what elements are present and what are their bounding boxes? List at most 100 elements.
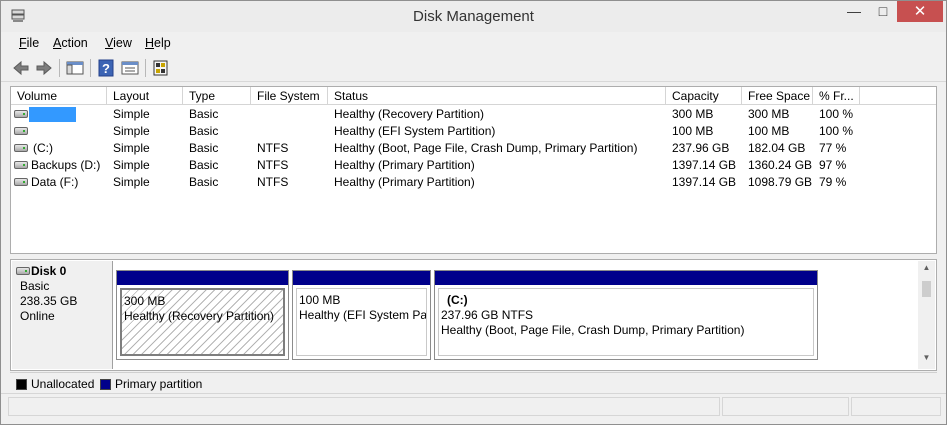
volume-status: Healthy (Primary Partition)	[334, 158, 475, 172]
volume-name: Data (F:)	[31, 175, 79, 189]
menu-help-rest: elp	[154, 36, 171, 50]
back-icon[interactable]	[11, 58, 31, 78]
legend-primary: Primary partition	[100, 377, 202, 391]
scroll-up-arrow-icon[interactable]: ▲	[918, 263, 935, 277]
export-list-icon[interactable]	[151, 58, 171, 78]
partition-efi[interactable]: 100 MB Healthy (EFI System Partition)	[292, 270, 431, 360]
scroll-thumb[interactable]	[922, 281, 931, 297]
volume-layout: Simple	[113, 158, 150, 172]
column-file-system[interactable]: File System	[251, 87, 328, 105]
column-capacity[interactable]: Capacity	[666, 87, 742, 105]
volume-type: Basic	[189, 175, 219, 189]
table-row[interactable]: Simple Basic Healthy (Recovery Partition…	[11, 106, 936, 123]
volume-status: Healthy (Recovery Partition)	[334, 107, 485, 121]
column-status[interactable]: Status	[328, 87, 666, 105]
volume-capacity: 1397.14 GB	[672, 175, 737, 189]
volume-layout: Simple	[113, 175, 150, 189]
column-type[interactable]: Type	[183, 87, 251, 105]
toolbar-separator	[90, 59, 91, 77]
maximize-button[interactable]: □	[869, 1, 897, 22]
partition-size: 100 MB	[299, 293, 341, 307]
menu-help[interactable]: Help	[145, 36, 171, 50]
column-layout[interactable]: Layout	[107, 87, 183, 105]
volume-free: 1098.79 GB	[748, 175, 813, 189]
partition-label-text: (C:)	[447, 293, 468, 307]
volume-free: 100 MB	[748, 124, 790, 138]
partition-recovery[interactable]: 300 MB Healthy (Recovery Partition)	[116, 270, 289, 360]
volume-percent: 77 %	[819, 141, 847, 155]
volume-capacity: 1397.14 GB	[672, 158, 737, 172]
legend-swatch	[16, 379, 27, 390]
disk-name: Disk 0	[16, 264, 112, 279]
menu-action[interactable]: Action	[53, 36, 88, 50]
partition-status: Healthy (Recovery Partition)	[124, 309, 275, 323]
volume-free: 1360.24 GB	[748, 158, 813, 172]
console-tree-icon[interactable]	[65, 58, 85, 78]
volume-free: 300 MB	[748, 107, 790, 121]
partition-c[interactable]: (C:) 237.96 GB NTFS Healthy (Boot, Page …	[434, 270, 818, 360]
volume-name: Backups (D:)	[31, 158, 101, 172]
volume-percent: 79 %	[819, 175, 847, 189]
partition-status: Healthy (EFI System Partition)	[299, 308, 427, 322]
table-row[interactable]: Data (F:) Simple Basic NTFS Healthy (Pri…	[11, 174, 936, 191]
volume-status: Healthy (Primary Partition)	[334, 175, 475, 189]
volume-type: Basic	[189, 107, 219, 121]
volume-capacity: 300 MB	[672, 107, 714, 121]
legend-swatch	[100, 379, 111, 390]
drive-icon	[14, 161, 28, 169]
menu-file[interactable]: File	[19, 36, 39, 50]
partition-label: (C:)	[441, 293, 811, 308]
volume-percent: 100 %	[819, 124, 854, 138]
disk-label[interactable]: Disk 0 Basic 238.35 GB Online	[12, 261, 113, 369]
volume-capacity: 100 MB	[672, 124, 714, 138]
volume-fs: NTFS	[257, 158, 289, 172]
vertical-scrollbar[interactable]: ▲ ▼	[918, 261, 935, 369]
disk-size: 238.35 GB	[20, 294, 78, 308]
window-title: Disk Management	[413, 8, 534, 25]
drive-icon	[14, 127, 28, 135]
partition-size: 300 MB	[124, 294, 166, 308]
partition-body: 100 MB Healthy (EFI System Partition)	[296, 288, 427, 356]
status-pane	[722, 397, 849, 416]
legend-label: Unallocated	[31, 377, 95, 391]
close-button[interactable]: ✕	[897, 1, 943, 22]
disk-graphical-view[interactable]: Disk 0 Basic 238.35 GB Online 300 MB Hea…	[10, 259, 937, 371]
disk-type: Basic	[20, 279, 50, 293]
volume-status: Healthy (Boot, Page File, Crash Dump, Pr…	[334, 141, 638, 155]
status-bar	[1, 393, 946, 418]
column-volume[interactable]: Volume	[11, 87, 107, 105]
disk-name-text: Disk 0	[31, 264, 67, 278]
table-row[interactable]: (C:) Simple Basic NTFS Healthy (Boot, Pa…	[11, 140, 936, 157]
minimize-button[interactable]: —	[839, 1, 869, 22]
menu-view-hotkey: V	[105, 36, 114, 50]
volume-layout: Simple	[113, 107, 150, 121]
toolbar-separator	[59, 59, 60, 77]
volume-type: Basic	[189, 158, 219, 172]
volume-list-header: Volume Layout Type File System Status Ca…	[11, 87, 936, 105]
drive-icon	[14, 178, 28, 186]
properties-icon[interactable]	[120, 58, 140, 78]
legend: Unallocated Primary partition	[10, 372, 937, 392]
partition-bar	[117, 271, 288, 285]
forward-icon[interactable]	[34, 58, 54, 78]
column-free-space[interactable]: Free Space	[742, 87, 813, 105]
legend-unallocated: Unallocated	[16, 377, 94, 391]
title-bar[interactable]: Disk Management — □ ✕	[1, 1, 946, 32]
drive-icon	[14, 110, 28, 118]
volume-list[interactable]: Volume Layout Type File System Status Ca…	[10, 86, 937, 254]
column-percent-free[interactable]: % Fr...	[813, 87, 860, 105]
partition-status: Healthy (Boot, Page File, Crash Dump, Pr…	[441, 323, 745, 337]
scroll-down-arrow-icon[interactable]: ▼	[918, 353, 935, 367]
menu-view[interactable]: View	[105, 36, 132, 50]
volume-type: Basic	[189, 124, 219, 138]
help-icon[interactable]: ?	[96, 58, 116, 78]
status-pane	[851, 397, 941, 416]
volume-name: (C:)	[33, 141, 53, 155]
table-row[interactable]: Simple Basic Healthy (EFI System Partiti…	[11, 123, 936, 140]
volume-free: 182.04 GB	[748, 141, 806, 155]
volume-layout: Simple	[113, 124, 150, 138]
table-row[interactable]: Backups (D:) Simple Basic NTFS Healthy (…	[11, 157, 936, 174]
menu-bar: File Action View Help	[1, 32, 946, 54]
volume-fs: NTFS	[257, 141, 289, 155]
partition-size: 237.96 GB NTFS	[441, 308, 534, 322]
